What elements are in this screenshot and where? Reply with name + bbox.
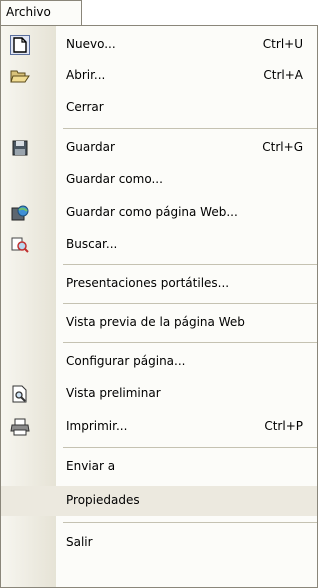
menu-item-cerrar[interactable]: Cerrar: [1, 93, 317, 123]
menu-item-salir[interactable]: Salir: [1, 528, 317, 558]
menu-item-vista-previa-web[interactable]: Vista previa de la página Web: [1, 308, 317, 338]
save-web-icon: [10, 203, 30, 223]
menu-item-label: Propiedades: [66, 493, 140, 507]
menu-item-label: Imprimir...: [66, 419, 128, 433]
menu-item-label: Guardar como...: [66, 172, 163, 186]
menu-item-vista-preliminar[interactable]: Vista preliminar: [1, 379, 317, 409]
menu-separator: [63, 447, 317, 448]
menu-item-abrir[interactable]: Abrir... Ctrl+A: [1, 61, 317, 91]
menu-item-shortcut: Ctrl+G: [262, 140, 303, 154]
new-document-icon: [10, 35, 30, 55]
menu-item-guardar-como[interactable]: Guardar como...: [1, 165, 317, 195]
printer-icon: [10, 417, 30, 437]
menu-separator: [63, 128, 317, 129]
menu-item-label: Vista previa de la página Web: [66, 315, 245, 329]
save-disk-icon: [10, 138, 30, 158]
menu-item-label: Vista preliminar: [66, 386, 161, 400]
menu-item-label: Nuevo...: [66, 37, 116, 51]
menu-separator: [63, 342, 317, 343]
menu-title-label: Archivo: [6, 5, 51, 19]
file-menu: Nuevo... Ctrl+U Abrir... Ctrl+A Cerrar G…: [0, 25, 318, 588]
menu-item-enviar-a[interactable]: Enviar a: [1, 452, 317, 482]
menu-separator: [63, 522, 317, 523]
search-file-icon: [10, 235, 30, 255]
menu-item-nuevo[interactable]: Nuevo... Ctrl+U: [1, 30, 317, 60]
menu-item-buscar[interactable]: Buscar...: [1, 230, 317, 260]
menu-separator: [63, 303, 317, 304]
menu-item-presentaciones[interactable]: Presentaciones portátiles...: [1, 269, 317, 299]
menu-item-guardar-web[interactable]: Guardar como página Web...: [1, 198, 317, 228]
menu-item-imprimir[interactable]: Imprimir... Ctrl+P: [1, 412, 317, 442]
menu-title-archivo[interactable]: Archivo: [0, 0, 82, 26]
menu-item-label: Salir: [66, 535, 93, 549]
menu-item-label: Enviar a: [66, 459, 116, 473]
menu-item-label: Guardar: [66, 140, 115, 154]
open-folder-icon: [10, 66, 30, 86]
menu-separator: [63, 264, 317, 265]
menu-item-shortcut: Ctrl+U: [262, 37, 303, 51]
menu-item-shortcut: Ctrl+P: [264, 419, 303, 433]
menu-item-label: Cerrar: [66, 100, 104, 114]
menu-item-label: Guardar como página Web...: [66, 205, 238, 219]
menu-item-label: Abrir...: [66, 68, 106, 82]
menu-item-guardar[interactable]: Guardar Ctrl+G: [1, 133, 317, 163]
menu-item-propiedades[interactable]: Propiedades: [1, 486, 317, 516]
print-preview-icon: [10, 384, 30, 404]
menu-item-configurar-pagina[interactable]: Configurar página...: [1, 347, 317, 377]
menu-item-label: Buscar...: [66, 237, 118, 251]
menu-item-shortcut: Ctrl+A: [263, 68, 303, 82]
menu-item-label: Presentaciones portátiles...: [66, 276, 230, 290]
menu-item-label: Configurar página...: [66, 354, 186, 368]
